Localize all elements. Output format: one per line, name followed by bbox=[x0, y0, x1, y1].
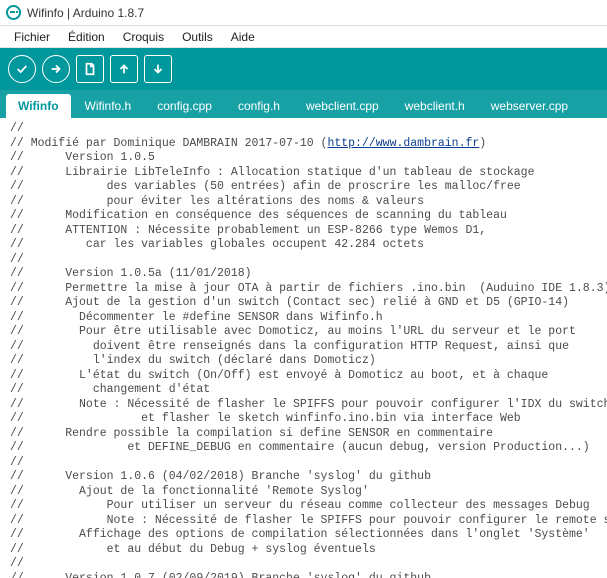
tab-webclient-cpp[interactable]: webclient.cpp bbox=[294, 94, 391, 118]
tab-webserver-cpp[interactable]: webserver.cpp bbox=[479, 94, 580, 118]
file-icon bbox=[83, 62, 97, 76]
arrow-up-icon bbox=[117, 62, 131, 76]
arrow-down-icon bbox=[151, 62, 165, 76]
verify-button[interactable] bbox=[8, 55, 36, 83]
window-title: Wifinfo | Arduino 1.8.7 bbox=[27, 6, 144, 20]
code-content: // // Modifié par Dominique DAMBRAIN 201… bbox=[10, 122, 599, 578]
menu-sketch[interactable]: Croquis bbox=[115, 28, 172, 46]
tab-wifinfo-h[interactable]: Wifinfo.h bbox=[73, 94, 144, 118]
new-sketch-button[interactable] bbox=[76, 55, 104, 83]
tab-wifinfo[interactable]: Wifinfo bbox=[6, 94, 71, 118]
menu-edit[interactable]: Édition bbox=[60, 28, 113, 46]
tab-config-cpp[interactable]: config.cpp bbox=[145, 94, 224, 118]
tab-webclient-h[interactable]: webclient.h bbox=[393, 94, 477, 118]
toolbar bbox=[0, 48, 607, 90]
save-sketch-button[interactable] bbox=[144, 55, 172, 83]
author-link[interactable]: http://www.dambrain.fr bbox=[327, 137, 479, 150]
upload-button[interactable] bbox=[42, 55, 70, 83]
menu-tools[interactable]: Outils bbox=[174, 28, 221, 46]
tab-config-h[interactable]: config.h bbox=[226, 94, 292, 118]
arduino-icon bbox=[6, 5, 21, 20]
menu-bar: Fichier Édition Croquis Outils Aide bbox=[0, 26, 607, 48]
arrow-right-icon bbox=[49, 62, 63, 76]
menu-help[interactable]: Aide bbox=[223, 28, 263, 46]
check-icon bbox=[15, 62, 29, 76]
open-sketch-button[interactable] bbox=[110, 55, 138, 83]
code-editor[interactable]: // // Modifié par Dominique DAMBRAIN 201… bbox=[0, 118, 607, 578]
menu-file[interactable]: Fichier bbox=[6, 28, 58, 46]
tab-strip: WifinfoWifinfo.hconfig.cppconfig.hwebcli… bbox=[0, 90, 607, 118]
window-titlebar: Wifinfo | Arduino 1.8.7 bbox=[0, 0, 607, 26]
